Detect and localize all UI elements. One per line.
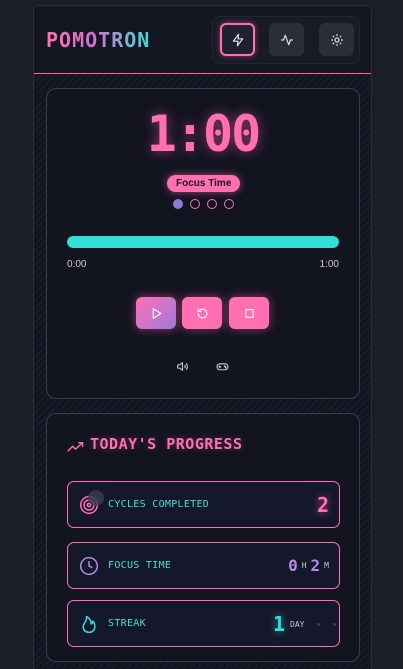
- streak-stat: STREAK 1 DAY: [67, 600, 340, 647]
- timer-display: 1:00: [146, 105, 261, 163]
- streak-unit: DAY: [290, 619, 305, 629]
- volume-button[interactable]: [176, 358, 189, 377]
- minutes-unit: M: [324, 561, 329, 570]
- gamepad-icon: [216, 363, 229, 371]
- focus-time-value: 0 H 2 M: [288, 556, 329, 575]
- lightning-icon: [232, 33, 243, 46]
- trending-up-icon: [67, 438, 84, 457]
- volume-icon: [177, 362, 188, 371]
- session-dot: [173, 199, 183, 209]
- reset-icon: [197, 307, 207, 318]
- reset-button[interactable]: [182, 297, 222, 329]
- stat-label: FOCUS TIME: [108, 560, 172, 571]
- streak-dot: [333, 623, 336, 626]
- focus-time-stat: FOCUS TIME 0 H 2 M: [67, 542, 340, 589]
- streak-number: 1: [273, 612, 286, 636]
- session-dot: [224, 199, 234, 209]
- mode-badge: Focus Time: [167, 175, 241, 192]
- settings-button[interactable]: [319, 23, 354, 56]
- progress-bar[interactable]: [67, 236, 339, 248]
- cycles-value: 2: [316, 493, 329, 517]
- gamepad-button[interactable]: [216, 358, 229, 377]
- progress-title: TODAY'S PROGRESS: [90, 435, 243, 453]
- elapsed-time: 0:00: [67, 259, 87, 270]
- total-time: 1:00: [319, 259, 339, 270]
- session-dot: [190, 199, 200, 209]
- app-window: POMOTRON 1:00 Focus Time 0:00 1:00 TODAY…: [33, 5, 372, 669]
- stat-label: CYCLES COMPLETED: [108, 499, 210, 510]
- gear-icon: [330, 33, 343, 46]
- session-dot: [207, 199, 217, 209]
- stop-icon: [244, 308, 254, 318]
- lightning-button[interactable]: [220, 23, 255, 56]
- streak-dot: [317, 623, 320, 626]
- flame-icon: [82, 615, 96, 634]
- header-icon-group: [212, 16, 360, 64]
- streak-value: 1 DAY: [273, 612, 305, 636]
- hours-unit: H: [301, 561, 307, 570]
- today-progress-card: TODAY'S PROGRESS CYCLES COMPLETED 2 FOCU…: [46, 413, 360, 662]
- stop-button[interactable]: [229, 297, 269, 329]
- play-icon: [152, 307, 161, 319]
- progress-fill: [67, 236, 339, 248]
- stat-label: STREAK: [108, 618, 146, 629]
- focus-minutes: 2: [310, 556, 321, 575]
- session-dots: [173, 199, 234, 209]
- app-logo: POMOTRON: [46, 28, 151, 52]
- focus-hours: 0: [288, 556, 298, 575]
- timer-card: 1:00 Focus Time 0:00 1:00: [46, 88, 360, 399]
- clock-icon: [79, 556, 99, 576]
- activity-icon: [280, 34, 293, 45]
- activity-button[interactable]: [269, 23, 304, 56]
- cycles-completed-stat: CYCLES COMPLETED 2: [67, 481, 340, 528]
- header: POMOTRON: [34, 6, 371, 74]
- cycle-indicator: [88, 490, 104, 506]
- play-button[interactable]: [136, 297, 176, 329]
